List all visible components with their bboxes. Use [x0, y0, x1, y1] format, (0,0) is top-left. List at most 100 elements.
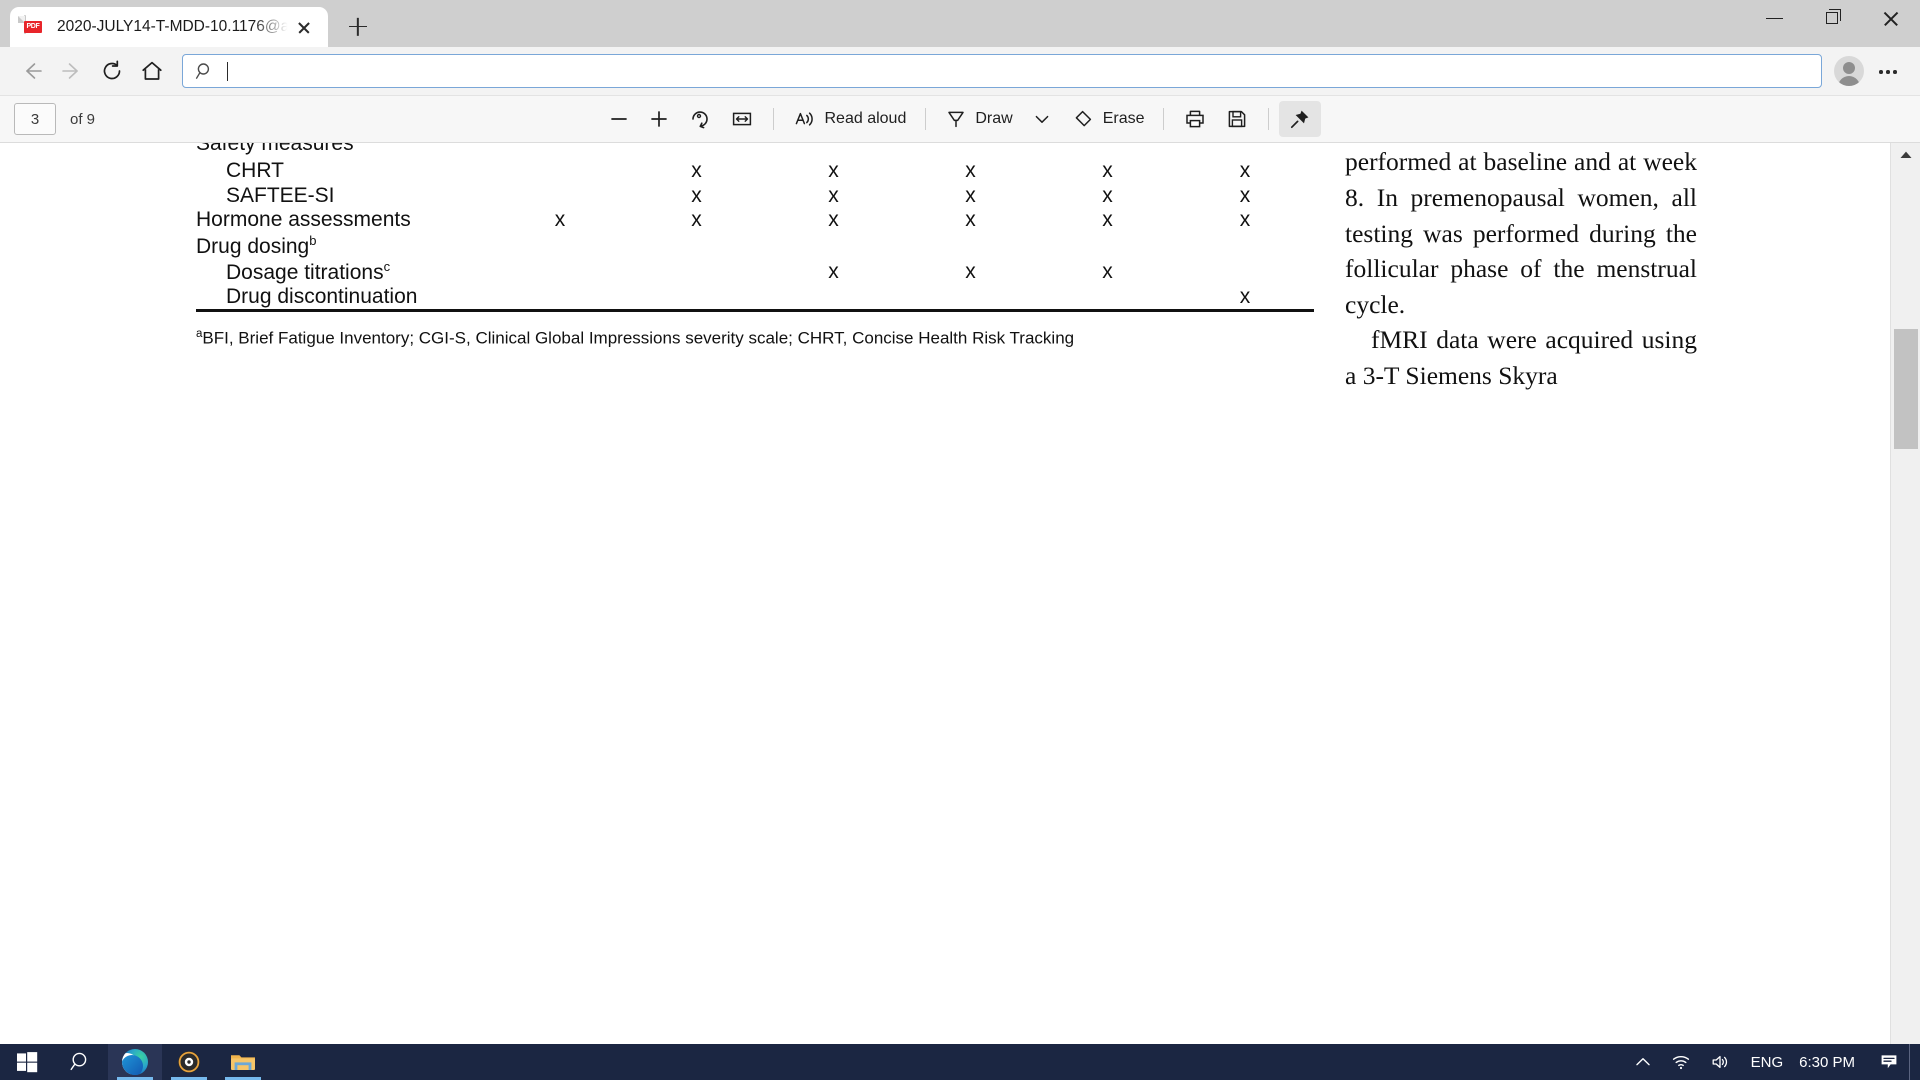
taskbar-edge-browser-icon[interactable]: [108, 1044, 162, 1080]
cell-mark: [492, 233, 628, 259]
cell-mark: x: [691, 208, 702, 232]
clock[interactable]: 6:30 PM: [1793, 1054, 1869, 1071]
page-number-input[interactable]: 3: [14, 103, 56, 135]
draw-button[interactable]: Draw: [936, 101, 1021, 137]
cell-mark: x: [1239, 208, 1251, 232]
pdf-viewport[interactable]: TABLE 1. Study schema and drug dosing sc…: [0, 143, 1920, 1044]
new-tab-button[interactable]: [340, 8, 376, 44]
taskbar-search-icon[interactable]: [54, 1044, 108, 1080]
toolbar-divider: [772, 108, 774, 130]
wifi-icon[interactable]: [1661, 1044, 1701, 1080]
paragraph-fmri-enrollment: Thirty-one participants at the Massachus…: [1345, 147, 1697, 319]
pdf-scrollbar[interactable]: [1890, 143, 1920, 1044]
page-count-label: of 9: [70, 110, 96, 128]
speaker-icon[interactable]: [1701, 1044, 1741, 1080]
browser-title-bar: PDF 2020-JULY14-T-MDD-10.1176@a: [0, 0, 1920, 47]
erase-button[interactable]: Erase: [1062, 101, 1154, 137]
row-label: CHRT: [226, 159, 284, 183]
table-row: Safety measures: [196, 143, 1314, 159]
row-label-superscript: b: [309, 232, 317, 248]
row-label: SAFTEE-SI: [226, 183, 335, 207]
cell-mark: [492, 184, 628, 209]
back-arrow-icon[interactable]: [12, 53, 52, 89]
cell-mark: [1039, 233, 1176, 259]
cell-mark: [492, 259, 628, 285]
print-icon[interactable]: [1174, 101, 1216, 137]
cell-mark: [492, 143, 628, 159]
refresh-icon[interactable]: [92, 53, 132, 89]
row-label: Dosage titrationsc: [226, 258, 391, 284]
draw-label: Draw: [975, 110, 1013, 127]
save-icon[interactable]: [1216, 101, 1258, 137]
scroll-up-arrow-icon[interactable]: [1891, 143, 1920, 167]
account-avatar[interactable]: [1834, 56, 1864, 86]
close-tab-icon[interactable]: [290, 13, 318, 41]
minimize-window-icon[interactable]: [1746, 0, 1804, 36]
cell-mark: x: [828, 183, 839, 207]
cell-mark: [492, 159, 628, 184]
home-icon[interactable]: [132, 53, 172, 89]
cell-mark: x: [1102, 208, 1113, 232]
language-indicator[interactable]: ENG: [1741, 1044, 1794, 1080]
fit-to-width-icon[interactable]: [721, 101, 763, 137]
cell-mark: x: [828, 208, 839, 232]
cell-mark: [628, 143, 765, 159]
cell-mark: [628, 259, 765, 285]
tab-strip: PDF 2020-JULY14-T-MDD-10.1176@a: [0, 0, 376, 47]
scrollbar-thumb[interactable]: [1894, 329, 1918, 449]
cell-mark: x: [1102, 259, 1113, 283]
tab-title: 2020-JULY14-T-MDD-10.1176@a: [57, 18, 290, 35]
address-bar[interactable]: [182, 54, 1822, 88]
cell-mark: x: [1239, 284, 1251, 308]
cell-mark: x: [1102, 159, 1113, 183]
row-label: Safety measures: [196, 143, 354, 155]
windows-start-icon[interactable]: [0, 1044, 54, 1080]
window-controls: [1746, 0, 1920, 36]
cell-mark: x: [965, 183, 976, 207]
pin-icon[interactable]: [1279, 101, 1322, 137]
pdf-file-icon: PDF: [24, 14, 45, 39]
maximize-window-icon[interactable]: [1804, 0, 1862, 36]
paragraph-fmri-acquisition: fMRI data were acquired using a 3-T Siem…: [1345, 325, 1697, 390]
taskbar-media-player-icon[interactable]: [162, 1044, 216, 1080]
cell-mark: x: [828, 159, 839, 183]
table-row: Drug discontinuation x: [196, 284, 1315, 311]
windows-taskbar: ENG 6:30 PM: [0, 1044, 1920, 1080]
cell-mark: [902, 143, 1039, 159]
toolbar-divider: [925, 108, 927, 130]
show-desktop-button[interactable]: [1909, 1044, 1916, 1080]
draw-options-chevron-down-icon[interactable]: [1022, 101, 1062, 137]
footnote-text: BFI, Brief Fatigue Inventory; CGI-S, Cli…: [202, 328, 1075, 348]
browser-settings-icon[interactable]: [1868, 54, 1908, 88]
table-row: Hormone assessments x x x x x x: [196, 208, 1314, 233]
cell-mark: [628, 233, 765, 259]
browser-navigation-bar: [0, 47, 1920, 95]
erase-label: Erase: [1102, 110, 1145, 127]
notification-icon[interactable]: [1869, 1044, 1909, 1080]
cell-mark: x: [1239, 159, 1251, 183]
row-label: Drug dosingb: [196, 232, 317, 258]
table-row: CHRT x x x x x: [196, 159, 1314, 184]
table-footnote: aBFI, Brief Fatigue Inventory; CGI-S, Cl…: [196, 323, 1314, 350]
zoom-in-button[interactable]: [639, 101, 679, 137]
cell-mark: [765, 233, 902, 259]
forward-arrow-icon[interactable]: [52, 53, 92, 89]
cell-mark: x: [554, 208, 566, 232]
cell-mark: [1039, 143, 1176, 159]
system-tray: ENG 6:30 PM: [1625, 1044, 1920, 1080]
cell-mark: x: [1239, 183, 1251, 207]
cell-mark: x: [691, 159, 702, 183]
taskbar-file-explorer-icon[interactable]: [216, 1044, 270, 1080]
text-cursor: [227, 61, 229, 81]
table-row: Dosage titrationsc x x x: [196, 259, 1314, 285]
chevron-up-icon[interactable]: [1625, 1044, 1661, 1080]
cell-mark: [1176, 259, 1314, 285]
pdf-toolbar: 3 of 9 Read aloud Draw Erase: [0, 95, 1920, 143]
rotate-icon[interactable]: [679, 101, 721, 137]
pdf-page: TABLE 1. Study schema and drug dosing sc…: [0, 143, 1890, 1044]
zoom-out-button[interactable]: [599, 101, 639, 137]
read-aloud-label: Read aloud: [824, 110, 907, 127]
browser-tab[interactable]: PDF 2020-JULY14-T-MDD-10.1176@a: [10, 7, 328, 47]
read-aloud-button[interactable]: Read aloud: [784, 101, 916, 137]
close-window-icon[interactable]: [1862, 0, 1920, 36]
